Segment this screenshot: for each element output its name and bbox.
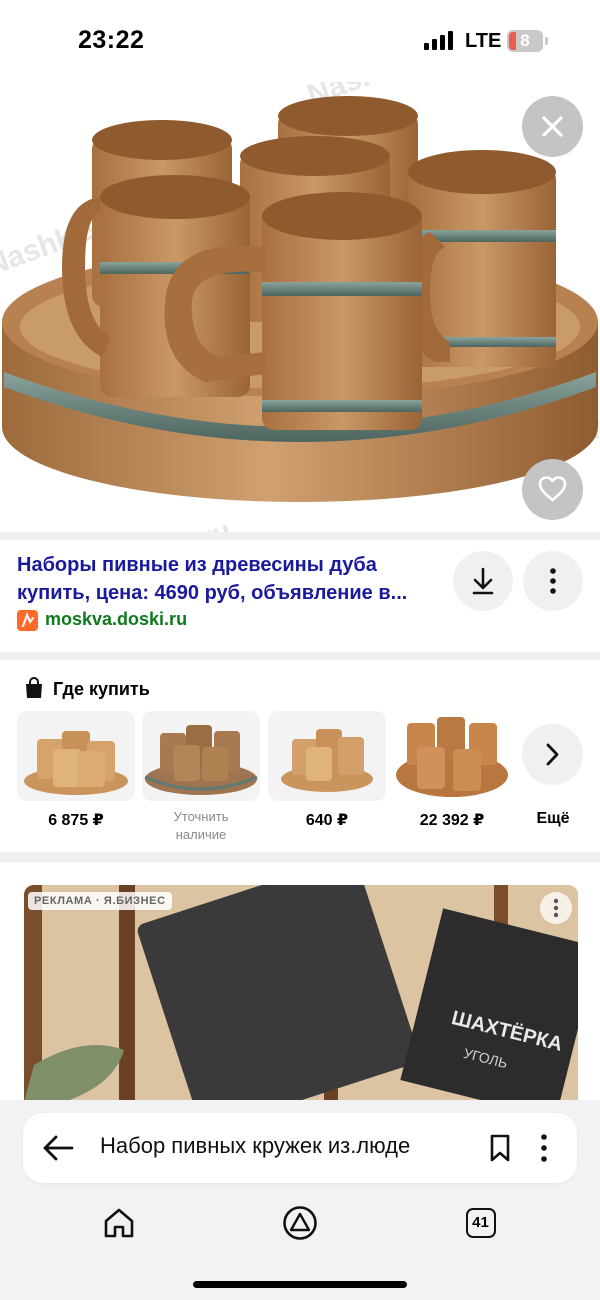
separator bbox=[0, 652, 600, 660]
offer-availability: Уточнить наличие bbox=[142, 808, 260, 844]
separator bbox=[0, 532, 600, 540]
alice-assistant-icon[interactable] bbox=[282, 1205, 318, 1241]
more-vertical-icon[interactable] bbox=[534, 1131, 554, 1165]
download-button[interactable] bbox=[453, 551, 513, 611]
network-type: LTE bbox=[465, 30, 502, 52]
cellular-signal-icon bbox=[424, 31, 453, 50]
heart-icon bbox=[538, 476, 567, 502]
ad-options-button[interactable] bbox=[540, 892, 572, 924]
download-icon bbox=[472, 567, 494, 595]
offer-price: 6 875 ₽ bbox=[48, 812, 104, 829]
close-button[interactable] bbox=[522, 96, 583, 157]
hero-image[interactable]: NashKedr.ru NashKedr.ru NashKedr.ru Nash… bbox=[0, 82, 600, 532]
offer-availability-line: наличие bbox=[175, 827, 227, 842]
offer-price: 22 392 ₽ bbox=[419, 812, 485, 829]
separator bbox=[0, 852, 600, 862]
tabs-button[interactable]: 41 bbox=[466, 1208, 496, 1238]
offer-availability-line: Уточнить bbox=[173, 809, 229, 824]
offer-thumbnail[interactable] bbox=[268, 711, 386, 801]
offer-thumbnail[interactable] bbox=[17, 711, 135, 801]
back-arrow-icon[interactable] bbox=[40, 1133, 76, 1163]
result-title-line: купить, цена: 4690 руб, объявление в... bbox=[17, 582, 408, 604]
source-domain: moskva.doski.ru bbox=[45, 609, 188, 629]
watermark: NashKedr.ru bbox=[57, 514, 236, 532]
battery-icon: 8 bbox=[507, 30, 543, 52]
battery-level: 8 bbox=[520, 31, 530, 50]
offer-image bbox=[144, 725, 258, 795]
bookmark-icon[interactable] bbox=[488, 1133, 512, 1163]
offer-image bbox=[393, 711, 511, 801]
offer-price: 640 ₽ bbox=[305, 812, 349, 829]
beer-mug-set-image: NashKedr.ru NashKedr.ru NashKedr.ru Nash… bbox=[0, 82, 600, 532]
site-favicon-icon bbox=[17, 610, 38, 631]
more-options-button[interactable] bbox=[523, 551, 583, 611]
result-title-link[interactable]: Наборы пивные из древесины дуба купить, … bbox=[17, 551, 442, 607]
more-vertical-icon bbox=[553, 898, 559, 918]
ad-image[interactable]: ШАХТЁРКА УГОЛЬ bbox=[24, 885, 578, 1102]
offer-thumbnail[interactable] bbox=[142, 711, 260, 801]
ad-badge: РЕКЛАМА · Я.БИЗНЕС bbox=[28, 892, 172, 910]
tabs-count: 41 bbox=[472, 1214, 489, 1231]
omnibox-query[interactable]: Набор пивных кружек из.люде bbox=[100, 1133, 465, 1159]
chevron-right-icon bbox=[546, 743, 559, 766]
shopping-bag-icon bbox=[26, 677, 42, 698]
offer-image bbox=[24, 731, 128, 795]
more-offers-label[interactable]: Ещё bbox=[520, 810, 586, 828]
home-indicator bbox=[193, 1281, 407, 1288]
offer-thumbnail[interactable] bbox=[393, 711, 511, 801]
battery-cap bbox=[545, 37, 548, 45]
offer-image bbox=[281, 729, 373, 792]
status-time: 23:22 bbox=[78, 26, 145, 54]
favorite-button[interactable] bbox=[522, 459, 583, 520]
more-offers-button[interactable] bbox=[522, 724, 583, 785]
close-icon bbox=[542, 116, 563, 137]
status-bar: 23:22 LTE 8 bbox=[0, 0, 600, 82]
result-title-line: Наборы пивные из древесины дуба bbox=[17, 554, 377, 576]
more-vertical-icon bbox=[550, 568, 556, 594]
home-icon[interactable] bbox=[102, 1205, 136, 1241]
ad-product-image: ШАХТЁРКА УГОЛЬ bbox=[24, 885, 578, 1102]
where-to-buy-title: Где купить bbox=[53, 679, 150, 699]
